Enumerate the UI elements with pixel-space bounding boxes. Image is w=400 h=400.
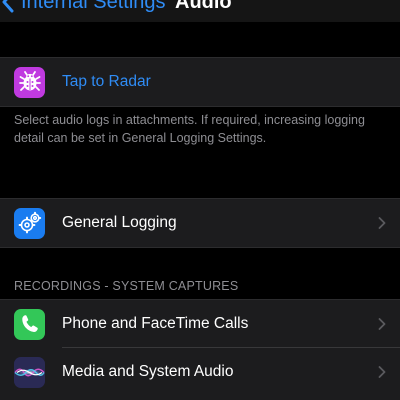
radar-footer-note: Select audio logs in attachments. If req… xyxy=(14,113,365,145)
back-button-label: Internal Settings xyxy=(21,0,166,13)
divider xyxy=(0,247,400,248)
general-logging-label: General Logging xyxy=(62,214,177,231)
page-title: Audio xyxy=(175,0,232,13)
back-button[interactable]: Internal Settings xyxy=(0,0,166,16)
chevron-right-icon xyxy=(378,318,386,330)
radar-group: Tap to Radar xyxy=(0,58,400,106)
tap-to-radar-label: Tap to Radar xyxy=(62,73,151,90)
divider xyxy=(0,106,400,107)
audio-settings-screen: Internal Settings Audio Tap to Radar Sel… xyxy=(0,0,400,400)
recordings-section-header: RECORDINGS - SYSTEM CAPTURES xyxy=(14,279,239,293)
phone-facetime-calls-label: Phone and FaceTime Calls xyxy=(62,315,249,332)
phone-icon xyxy=(14,308,45,340)
media-system-audio-label: Media and System Audio xyxy=(62,363,234,380)
general-logging-cell[interactable]: General Logging xyxy=(0,199,400,247)
phone-facetime-calls-cell[interactable]: Phone and FaceTime Calls xyxy=(0,300,400,348)
recordings-group: Phone and FaceTime Calls Media and Syste… xyxy=(0,300,400,400)
logging-gears-icon xyxy=(14,207,45,239)
siri-waveform-icon xyxy=(14,356,45,388)
logging-group: General Logging xyxy=(0,199,400,247)
chevron-left-icon xyxy=(2,0,14,13)
chevron-right-icon xyxy=(378,217,386,229)
media-system-audio-cell[interactable]: Media and System Audio xyxy=(0,348,400,396)
chevron-right-icon xyxy=(378,366,386,378)
radar-bug-icon xyxy=(14,66,45,98)
tap-to-radar-cell[interactable]: Tap to Radar xyxy=(0,58,400,106)
navigation-bar: Internal Settings Audio xyxy=(0,0,400,22)
